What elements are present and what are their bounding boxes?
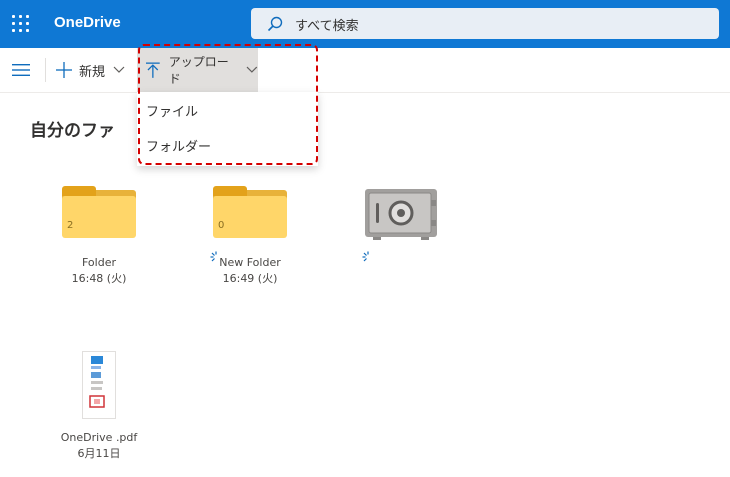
hamburger-menu-icon[interactable] <box>12 63 30 77</box>
folder-name[interactable]: Folder <box>39 255 159 271</box>
file-name[interactable]: OneDrive .pdf <box>39 430 159 446</box>
folder-icon <box>213 196 287 238</box>
pdf-thumbnail-icon[interactable] <box>82 351 116 419</box>
folder-date: 16:48 (火) <box>71 272 127 285</box>
file-caption[interactable]: OneDrive .pdf 6月11日 <box>39 430 159 462</box>
folder-tile[interactable]: 2 <box>62 186 136 238</box>
search-box[interactable]: すべて検索 <box>251 8 719 39</box>
personal-vault-icon[interactable] <box>364 188 438 240</box>
top-bar: OneDrive すべて検索 <box>0 0 730 48</box>
command-bar: 新規 アップロード <box>0 48 730 93</box>
folder-tab <box>62 186 96 196</box>
sync-spinner-icon <box>362 251 369 262</box>
new-button[interactable]: 新規 <box>56 48 125 92</box>
folder-icon <box>62 196 136 238</box>
file-date: 6月11日 <box>77 447 121 460</box>
folder-date: 16:49 (火) <box>222 272 278 285</box>
folder-item-count: 0 <box>218 220 225 231</box>
folder-tile[interactable]: 0 <box>213 186 287 238</box>
search-icon <box>267 16 283 32</box>
folder-tab <box>213 186 247 196</box>
plus-icon <box>56 62 72 78</box>
search-input[interactable]: すべて検索 <box>295 15 359 34</box>
app-brand[interactable]: OneDrive <box>54 14 121 31</box>
new-button-label: 新規 <box>79 64 106 80</box>
app-launcher-icon[interactable] <box>12 15 30 33</box>
page-title: 自分のファ <box>30 121 115 141</box>
folder-caption[interactable]: New Folder 16:49 (火) <box>190 255 310 287</box>
folder-item-count: 2 <box>67 220 74 231</box>
toolbar-divider <box>45 58 46 82</box>
folder-caption[interactable]: Folder 16:48 (火) <box>39 255 159 287</box>
folder-name[interactable]: New Folder <box>190 255 310 271</box>
chevron-down-icon <box>113 66 125 73</box>
annotation-highlight-box <box>138 44 318 165</box>
